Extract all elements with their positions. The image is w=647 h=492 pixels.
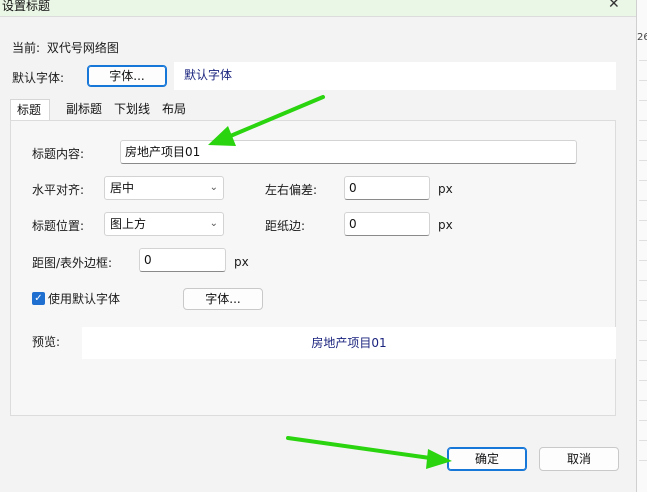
grid-line (639, 240, 647, 241)
grid-line (639, 80, 647, 81)
grid-line (639, 380, 647, 381)
cancel-button[interactable]: 取消 (539, 447, 619, 471)
tab-underline[interactable]: 下划线 (108, 99, 158, 120)
border-distance-input[interactable]: 0 (139, 248, 226, 272)
preview-label: 预览: (32, 335, 61, 349)
title-preview-box: 房地产项目01 (82, 327, 616, 359)
grid-line (639, 420, 647, 421)
title-font-button[interactable]: 字体... (183, 288, 263, 310)
paper-distance-input[interactable]: 0 (344, 212, 430, 236)
background-window-strip: 26 (636, 0, 647, 492)
background-cell-value: 26 (637, 32, 647, 43)
dialog-title: 设置标题 (2, 0, 51, 13)
grid-line (639, 340, 647, 341)
current-prefix: 当前: (12, 41, 41, 55)
grid-line (639, 160, 647, 161)
title-position-label: 标题位置: (32, 219, 85, 233)
ok-button[interactable]: 确定 (447, 447, 527, 471)
use-default-font-checkbox[interactable]: ✓ (32, 292, 45, 305)
title-position-value: 图上方 (110, 217, 147, 231)
grid-line (639, 400, 647, 401)
title-position-select[interactable]: 图上方 ⌄ (104, 212, 224, 236)
default-font-label: 默认字体: (12, 71, 65, 85)
tab-subtitle[interactable]: 副标题 (60, 99, 110, 120)
chevron-down-icon: ⌄ (209, 182, 218, 193)
border-distance-unit: px (234, 255, 249, 269)
grid-line (639, 60, 647, 61)
grid-line (639, 140, 647, 141)
title-settings-dialog: 当前: 双代号网络图 默认字体: 字体... 默认字体 标题 副标题 下划线 布… (0, 17, 636, 492)
current-label: 当前: 双代号网络图 (12, 39, 119, 56)
grid-line (639, 460, 647, 461)
offset-lr-input[interactable]: 0 (344, 176, 430, 200)
tab-layout[interactable]: 布局 (156, 99, 200, 120)
grid-line (639, 440, 647, 441)
halign-value: 居中 (110, 181, 135, 195)
grid-line (639, 180, 647, 181)
offset-lr-label: 左右偏差: (265, 183, 318, 197)
halign-label: 水平对齐: (32, 183, 85, 197)
default-font-button[interactable]: 字体... (87, 65, 167, 87)
tab-title[interactable]: 标题 (10, 99, 50, 121)
grid-line (639, 280, 647, 281)
current-chart-name: 双代号网络图 (46, 41, 119, 55)
grid-line (639, 320, 647, 321)
grid-line (639, 220, 647, 221)
default-font-preview: 默认字体 (174, 62, 616, 90)
grid-line (639, 100, 647, 101)
grid-line (639, 120, 647, 121)
close-button[interactable]: ✕ (608, 0, 620, 12)
halign-select[interactable]: 居中 ⌄ (104, 176, 224, 200)
grid-line (639, 260, 647, 261)
paper-distance-label: 距纸边: (265, 219, 306, 233)
grid-line (639, 300, 647, 301)
title-content-input[interactable]: 房地产项目01 (120, 140, 577, 164)
paper-distance-unit: px (438, 218, 453, 232)
grid-line (639, 360, 647, 361)
offset-lr-unit: px (438, 182, 453, 196)
grid-line (639, 200, 647, 201)
title-content-label: 标题内容: (32, 147, 85, 161)
border-distance-label: 距图/表外边框: (32, 256, 113, 270)
dialog-titlebar: 设置标题 ✕ (0, 0, 636, 17)
use-default-font-label: 使用默认字体 (48, 292, 121, 306)
chevron-down-icon: ⌄ (209, 218, 218, 229)
